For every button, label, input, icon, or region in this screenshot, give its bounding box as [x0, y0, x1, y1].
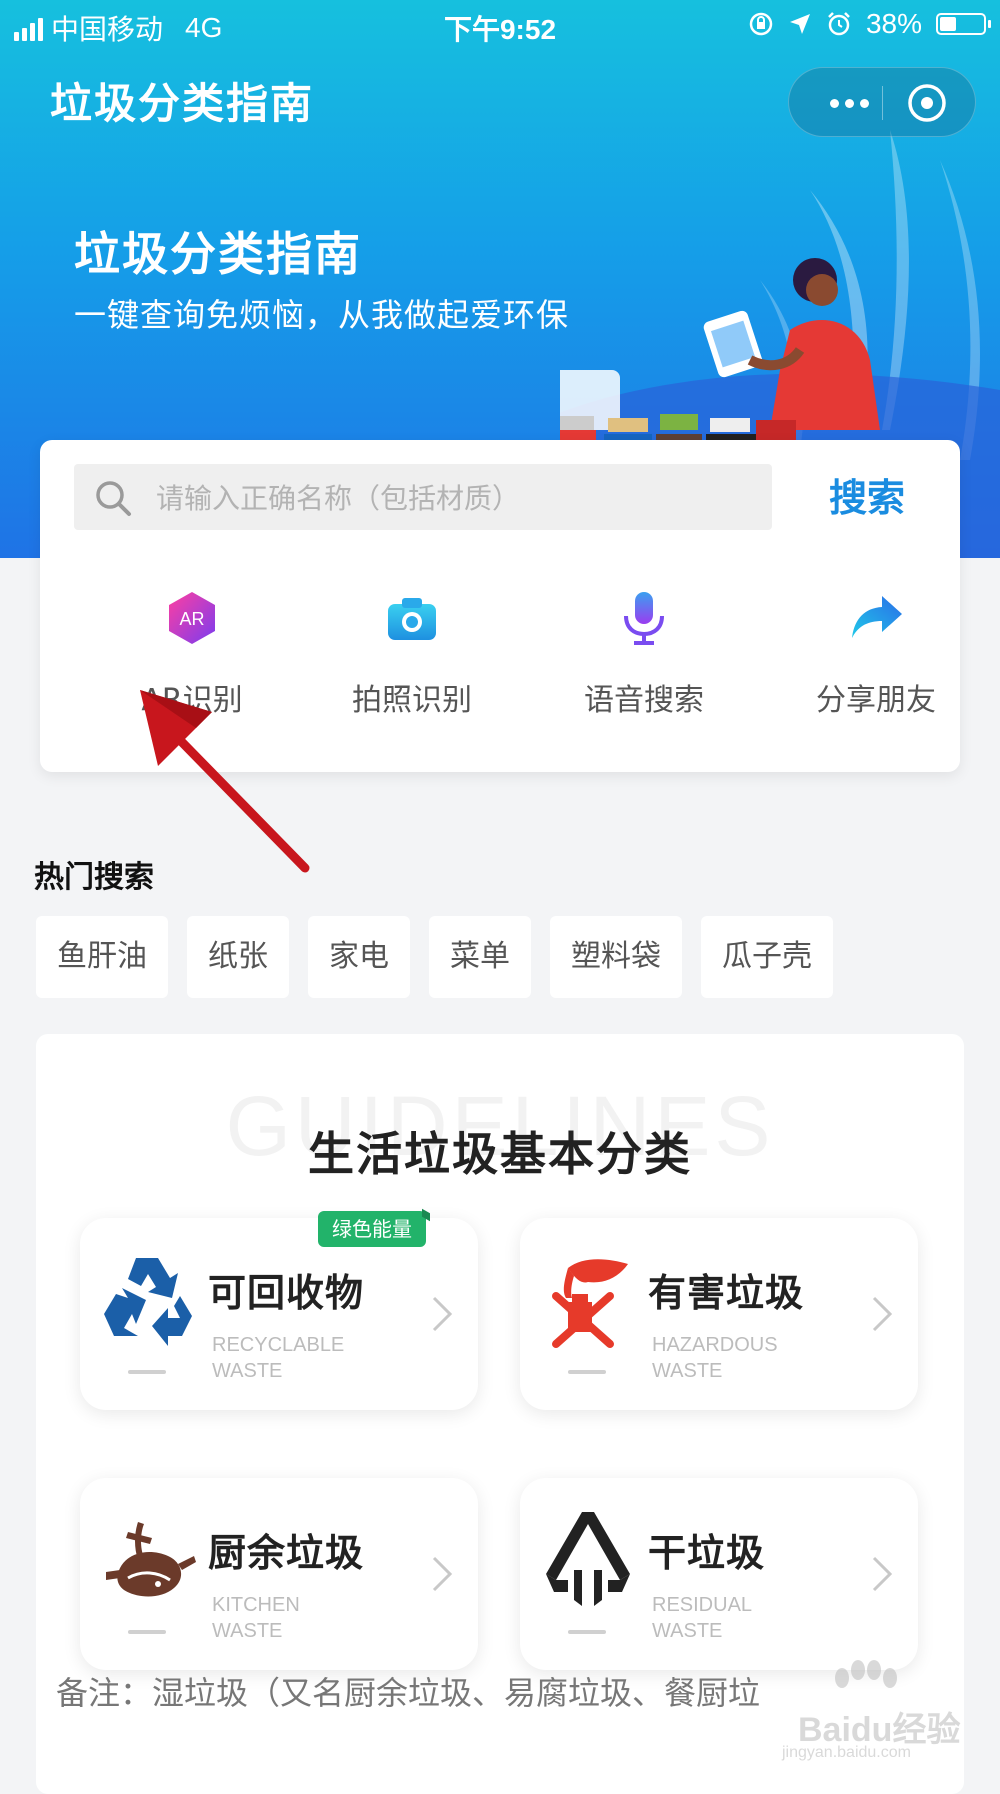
- category-name: 有害垃圾: [648, 1271, 805, 1315]
- chevron-right-icon: [872, 1296, 893, 1332]
- ar-icon: AR: [169, 592, 215, 644]
- more-dots-icon[interactable]: [819, 90, 879, 116]
- category-hazardous[interactable]: 有害垃圾 HAZARDOUS WASTE: [520, 1218, 918, 1410]
- battery-percent: 38%: [865, 8, 922, 39]
- quick-action-label: AR识别: [141, 683, 243, 718]
- category-english-line1: HAZARDOUS: [652, 1334, 778, 1356]
- camera-icon: [388, 598, 436, 640]
- baidu-jingyan-watermark: Baidu经验 jingyan.baidu.com: [762, 1660, 972, 1761]
- microphone-icon: [624, 592, 664, 645]
- category-name: 厨余垃圾: [208, 1531, 365, 1575]
- hot-search-tags: 鱼肝油 纸张 家电 菜单 塑料袋 瓜子壳: [36, 916, 833, 998]
- quick-action-voice[interactable]: 语音搜索: [544, 590, 744, 730]
- category-english-line2: WASTE: [212, 1360, 283, 1382]
- quick-action-label: 语音搜索: [584, 683, 704, 718]
- banner-title: 垃圾分类指南: [74, 227, 362, 281]
- hot-tag[interactable]: 家电: [308, 916, 410, 998]
- category-dash: [568, 1630, 606, 1634]
- search-box[interactable]: [74, 464, 772, 532]
- hot-tag[interactable]: 瓜子壳: [701, 916, 833, 998]
- quick-action-share[interactable]: 分享朋友: [776, 590, 976, 730]
- nav-title: 垃圾分类指南: [50, 79, 315, 128]
- category-english: RECYCLABLE WASTE: [212, 1332, 392, 1384]
- category-kitchen[interactable]: 厨余垃圾 KITCHEN WASTE: [80, 1478, 478, 1670]
- green-energy-badge: 绿色能量: [318, 1211, 426, 1247]
- category-name: 可回收物: [208, 1271, 365, 1315]
- quick-action-label: 拍照识别: [352, 683, 472, 718]
- capsule-divider: [882, 86, 883, 120]
- category-name: 干垃圾: [648, 1531, 766, 1575]
- watermark-url: jingyan.baidu.com: [782, 1744, 911, 1761]
- category-english: KITCHEN WASTE: [212, 1592, 392, 1644]
- hot-tag[interactable]: 纸张: [187, 916, 289, 998]
- category-english: HAZARDOUS WASTE: [652, 1332, 832, 1384]
- category-recyclable[interactable]: 绿色能量 可回收物 RECYCLABLE WASTE: [80, 1211, 478, 1410]
- mini-program-capsule: [788, 67, 976, 137]
- banner-subtitle: 一键查询免烦恼，从我做起爱环保: [74, 296, 570, 334]
- category-dash: [128, 1630, 166, 1634]
- search-input[interactable]: [154, 464, 758, 532]
- residual-waste-icon: [546, 1512, 630, 1606]
- category-dash: [128, 1370, 166, 1374]
- hot-search-title: 热门搜索: [34, 860, 154, 895]
- quick-action-label: 分享朋友: [816, 683, 936, 718]
- hot-tag[interactable]: 菜单: [429, 916, 531, 998]
- rotation-lock-icon: [749, 12, 773, 36]
- share-arrow-icon: [852, 596, 902, 638]
- guide-note: 备注：湿垃圾（又名厨余垃圾、易腐垃圾、餐厨垃: [56, 1674, 761, 1712]
- location-arrow-icon: [789, 14, 810, 34]
- chevron-right-icon: [432, 1296, 453, 1332]
- category-english: RESIDUAL WASTE: [652, 1592, 832, 1644]
- status-bar: 中国移动 4G 下午9:52 38%: [0, 0, 1000, 50]
- category-english-line2: WASTE: [212, 1620, 283, 1642]
- svg-text:AR: AR: [179, 609, 204, 629]
- recycle-icon: [104, 1258, 192, 1346]
- kitchen-waste-icon: [106, 1522, 196, 1597]
- category-english-line2: WASTE: [652, 1360, 723, 1382]
- guide-title: 生活垃圾基本分类: [308, 1127, 692, 1181]
- search-button[interactable]: 搜索: [812, 468, 922, 528]
- quick-action-ar[interactable]: AR AR识别: [92, 590, 292, 730]
- search-card: 搜索 AR AR识别 拍照识别 语音搜索 分享朋友: [40, 440, 960, 772]
- category-english-line1: RECYCLABLE: [212, 1334, 345, 1356]
- category-english-line1: KITCHEN: [212, 1594, 300, 1616]
- hazardous-battery-icon: [552, 1259, 628, 1348]
- category-english-line1: RESIDUAL: [652, 1594, 753, 1616]
- category-residual[interactable]: 干垃圾 RESIDUAL WASTE: [520, 1478, 918, 1670]
- category-dash: [568, 1370, 606, 1374]
- hot-tag[interactable]: 塑料袋: [550, 916, 682, 998]
- quick-action-camera[interactable]: 拍照识别: [312, 590, 512, 730]
- close-target-icon[interactable]: [905, 81, 949, 125]
- alarm-icon: [828, 12, 850, 36]
- search-icon: [96, 481, 131, 516]
- battery-icon: [936, 13, 991, 35]
- battery-fill: [940, 17, 956, 31]
- status-right: 38%: [748, 8, 991, 40]
- category-english-line2: WASTE: [652, 1620, 723, 1642]
- chevron-right-icon: [432, 1556, 453, 1592]
- hot-tag[interactable]: 鱼肝油: [36, 916, 168, 998]
- chevron-right-icon: [872, 1556, 893, 1592]
